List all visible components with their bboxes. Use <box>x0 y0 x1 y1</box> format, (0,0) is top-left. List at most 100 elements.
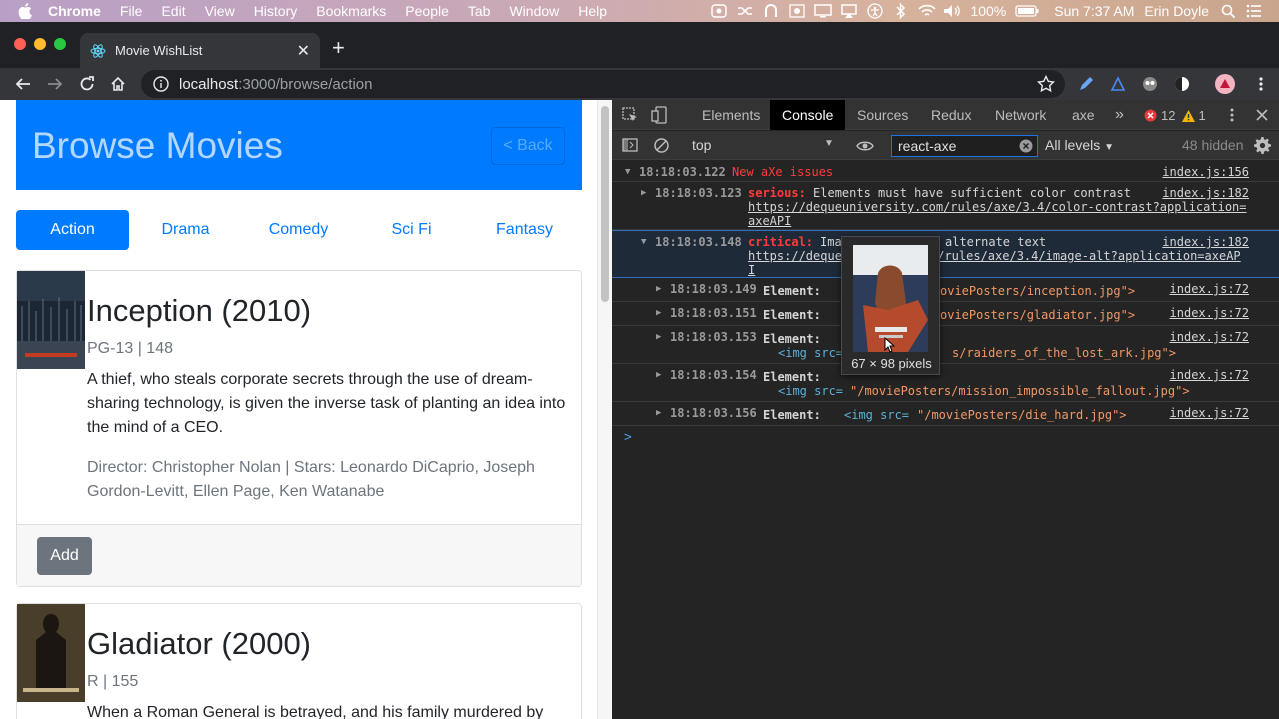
owl-extension-icon[interactable] <box>1139 73 1161 95</box>
airplay-icon[interactable] <box>838 0 860 22</box>
menu-history[interactable]: History <box>254 3 298 19</box>
console-prompt[interactable]: > <box>624 430 632 445</box>
shuffle-icon[interactable] <box>734 0 756 22</box>
tab-comedy[interactable]: Comedy <box>242 210 355 250</box>
menu-tab[interactable]: Tab <box>468 3 491 19</box>
reload-icon[interactable] <box>77 74 97 94</box>
window-minimize-button[interactable] <box>34 38 46 50</box>
browser-tab[interactable]: Movie WishList ✕ <box>80 33 320 68</box>
context-dropdown-icon[interactable]: ▼ <box>824 138 834 149</box>
menu-bookmarks[interactable]: Bookmarks <box>316 3 386 19</box>
collapse-triangle-icon[interactable]: ▶ <box>656 308 661 318</box>
log-element-row[interactable]: ▶ 18:18:03.153 Element: <img src= s/raid… <box>612 326 1279 364</box>
sidebar-toggle-icon[interactable] <box>622 138 638 157</box>
devtools-tab-redux[interactable]: Redux <box>931 100 971 130</box>
spotlight-search-icon[interactable] <box>1217 0 1239 22</box>
element-code-tag[interactable]: <img src= <box>778 384 843 398</box>
menubar-user[interactable]: Erin Doyle <box>1144 3 1209 19</box>
tab-close-icon[interactable]: ✕ <box>297 41 310 61</box>
profile-avatar[interactable] <box>1214 73 1236 95</box>
log-element-row[interactable]: ▶ 18:18:03.154 Element: <img src= "/movi… <box>612 364 1279 402</box>
apple-icon[interactable] <box>18 3 34 19</box>
add-button[interactable]: Add <box>37 537 92 575</box>
menu-view[interactable]: View <box>205 3 235 19</box>
log-element-row[interactable]: ▶ 18:18:03.149 Element: oviePosters/ince… <box>612 278 1279 302</box>
menu-edit[interactable]: Edit <box>161 3 185 19</box>
chrome-menu-icon[interactable] <box>1250 73 1272 95</box>
menubar-clock[interactable]: Sun 7:37 AM <box>1054 3 1134 19</box>
devtools-close-icon[interactable] <box>1256 108 1268 126</box>
menu-people[interactable]: People <box>405 3 449 19</box>
notification-center-icon[interactable] <box>1243 0 1265 22</box>
clear-console-icon[interactable] <box>654 138 669 158</box>
collapse-triangle-icon[interactable]: ▶ <box>656 332 661 342</box>
back-button[interactable]: < Back <box>491 127 565 165</box>
scrollbar-thumb[interactable] <box>601 106 609 302</box>
clear-filter-icon[interactable] <box>1019 139 1033 156</box>
pen-extension-icon[interactable] <box>1075 73 1097 95</box>
info-icon[interactable] <box>153 76 169 92</box>
collapse-triangle-icon[interactable]: ▶ <box>656 284 661 294</box>
devtools-tab-console[interactable]: Console <box>770 100 846 130</box>
more-tabs-icon[interactable]: » <box>1115 100 1124 130</box>
wifi-icon[interactable] <box>916 0 938 22</box>
log-source-link[interactable]: index.js:182 <box>1162 235 1249 249</box>
volume-icon[interactable] <box>942 0 964 22</box>
menu-help[interactable]: Help <box>578 3 607 19</box>
menu-app-name[interactable]: Chrome <box>48 3 101 19</box>
rule-link[interactable]: https://dequeuniversity.com/rules/axe/3.… <box>748 200 1247 214</box>
log-element-row[interactable]: ▶ 18:18:03.156 Element: <img src= "/movi… <box>612 402 1279 426</box>
tab-action[interactable]: Action <box>16 210 129 250</box>
bookmark-star-icon[interactable] <box>1036 74 1056 97</box>
address-bar[interactable]: localhost:3000/browse/action <box>141 70 1065 98</box>
tab-sci-fi[interactable]: Sci Fi <box>355 210 468 250</box>
log-entry-serious[interactable]: ▶ 18:18:03.123 serious: Elements must ha… <box>612 182 1279 230</box>
devtools-tab-sources[interactable]: Sources <box>857 100 908 130</box>
log-source-link[interactable]: index.js:182 <box>1162 186 1249 200</box>
home-icon[interactable] <box>108 74 128 94</box>
element-code-value[interactable]: "/moviePosters/die_hard.jpg"> <box>917 408 1127 422</box>
inspect-element-icon[interactable] <box>622 107 638 128</box>
element-code-tag[interactable]: <img src= <box>844 408 909 422</box>
console-filter-input[interactable]: react-axe <box>891 135 1038 157</box>
element-code[interactable]: oviePosters/gladiator.jpg"> <box>940 308 1135 322</box>
devtools-tab-elements[interactable]: Elements <box>702 100 760 130</box>
console-settings-gear-icon[interactable] <box>1254 137 1271 159</box>
element-code-value[interactable]: s/raiders_of_the_lost_ark.jpg"> <box>952 346 1176 360</box>
devtools-menu-icon[interactable] <box>1230 108 1234 127</box>
window-close-button[interactable] <box>14 38 26 50</box>
log-source-link[interactable]: index.js:72 <box>1170 330 1249 344</box>
menu-file[interactable]: File <box>120 3 143 19</box>
rule-link-cont[interactable]: axeAPI <box>748 214 791 228</box>
bluetooth-icon[interactable] <box>890 0 912 22</box>
console-prompt-row[interactable]: > <box>612 426 1279 450</box>
device-toolbar-icon[interactable] <box>651 106 669 129</box>
gear-box-icon[interactable] <box>786 0 808 22</box>
dark-mode-extension-icon[interactable] <box>1171 73 1193 95</box>
display-icon[interactable] <box>812 0 834 22</box>
log-source-link[interactable]: index.js:72 <box>1170 306 1249 320</box>
arch-icon[interactable] <box>760 0 782 22</box>
element-code[interactable]: oviePosters/inception.jpg"> <box>940 284 1135 298</box>
battery-icon[interactable] <box>1014 0 1040 22</box>
log-levels-dropdown[interactable]: All levels ▼ <box>1045 137 1114 153</box>
triangle-extension-icon[interactable] <box>1107 73 1129 95</box>
collapse-triangle-icon[interactable]: ▶ <box>641 188 646 198</box>
element-code-tag[interactable]: <img src= <box>778 346 843 360</box>
log-entry-critical[interactable]: ▼ 18:18:03.148 critical: Ima alternate t… <box>612 230 1279 278</box>
log-source-link[interactable]: index.js:72 <box>1170 406 1249 420</box>
page-scrollbar[interactable] <box>597 100 612 719</box>
log-source-link[interactable]: index.js:156 <box>1162 165 1249 179</box>
tab-drama[interactable]: Drama <box>129 210 242 250</box>
element-code-value[interactable]: "/moviePosters/mission_impossible_fallou… <box>850 384 1190 398</box>
forward-arrow-icon[interactable] <box>45 74 65 94</box>
log-source-link[interactable]: index.js:72 <box>1170 282 1249 296</box>
expand-triangle-icon[interactable]: ▼ <box>625 167 630 177</box>
log-source-link[interactable]: index.js:72 <box>1170 368 1249 382</box>
menu-window[interactable]: Window <box>509 3 559 19</box>
error-count-badge[interactable]: 12 1 <box>1144 108 1206 123</box>
collapse-triangle-icon[interactable]: ▶ <box>656 408 661 418</box>
expand-triangle-icon[interactable]: ▼ <box>641 237 646 247</box>
rule-link-cont[interactable]: I <box>748 263 755 277</box>
accessibility-icon[interactable] <box>864 0 886 22</box>
